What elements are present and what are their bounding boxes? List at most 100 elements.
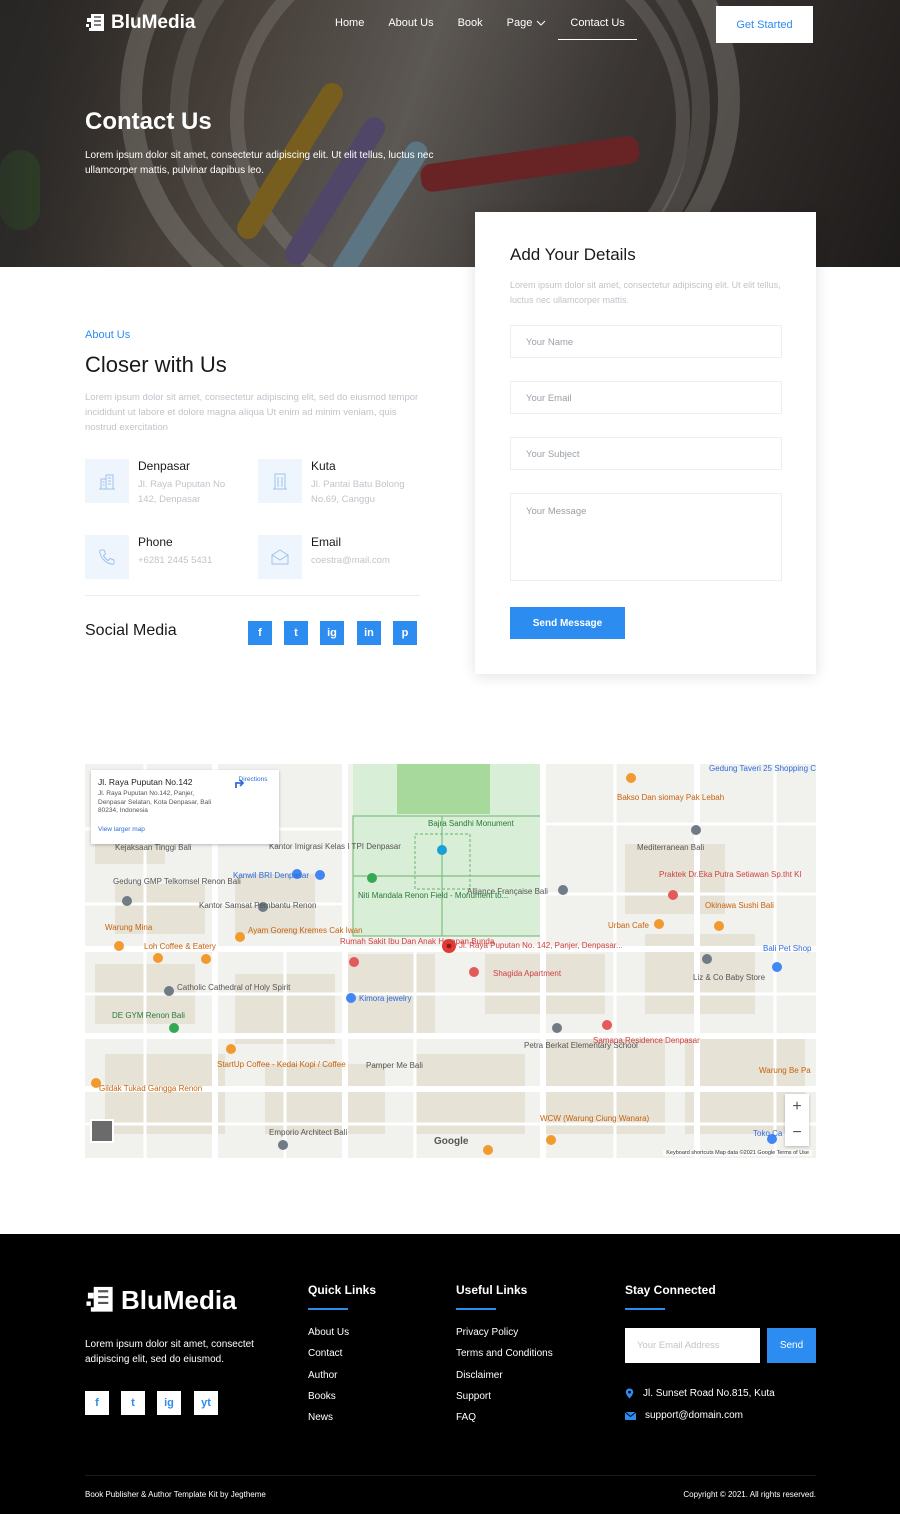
logo-text: BluMedia — [111, 12, 196, 33]
footer-link-privacy-policy[interactable]: Privacy Policy — [456, 1327, 518, 1338]
footer-link-contact[interactable]: Contact — [308, 1348, 342, 1359]
zoom-out-button[interactable]: − — [785, 1120, 809, 1146]
useful-links-title: Useful Links — [456, 1283, 528, 1297]
map-label: Mediterranean Bali — [637, 843, 705, 852]
useful-links-underline — [456, 1308, 496, 1310]
map-label: Kimora jewelry — [359, 994, 412, 1003]
twitter-icon[interactable]: t — [284, 621, 308, 645]
nav-item-book[interactable]: Book — [458, 17, 483, 29]
map-label: Petra Berkat Elementary School — [524, 1041, 638, 1050]
logo-icon — [86, 1286, 113, 1312]
about-eyebrow: About Us — [85, 329, 131, 341]
youtube-icon[interactable]: yt — [194, 1391, 218, 1415]
location-pin-icon — [625, 1388, 634, 1399]
nav-item-page[interactable]: Page — [507, 17, 547, 29]
google-map[interactable]: Kejaksaan Tinggi Bali Kantor Imigrasi Ke… — [85, 764, 816, 1158]
map-label: Liz & Co Baby Store — [693, 973, 766, 982]
map-label: DE GYM Renon Bali — [112, 1011, 185, 1020]
footer-description: Lorem ipsum dolor sit amet, consectet ad… — [85, 1339, 254, 1365]
map-label: Okinawa Sushi Bali — [705, 901, 774, 910]
nav-item-about-us[interactable]: About Us — [388, 17, 433, 29]
map-label: StartUp Coffee - Kedai Kopi / Coffee — [217, 1060, 346, 1069]
contact-form-card: Add Your Details Lorem ipsum dolor sit a… — [475, 212, 816, 674]
site-logo[interactable]: BluMedia — [85, 12, 195, 34]
social-media-title: Social Media — [85, 622, 177, 639]
zoom-in-button[interactable]: + — [785, 1094, 809, 1120]
facebook-icon[interactable]: f — [85, 1391, 109, 1415]
mail-icon — [258, 535, 302, 579]
linkedin-icon[interactable]: in — [357, 621, 381, 645]
twitter-icon[interactable]: t — [121, 1391, 145, 1415]
map-place-name: Jl. Raya Puputan No.142 — [98, 777, 193, 787]
footer-link-faq[interactable]: FAQ — [456, 1412, 476, 1423]
map-label: Alliance Française Bali — [467, 887, 548, 896]
contact-detail: +6281 2445 5431 — [138, 555, 213, 566]
map-label: Loh Coffee & Eatery — [144, 942, 216, 951]
hero-description: Lorem ipsum dolor sit amet, consectetur … — [85, 150, 434, 176]
map-label: Kanwil BRI Denpasar — [233, 871, 310, 880]
map-zoom-control: + − — [785, 1094, 809, 1146]
facebook-icon[interactable]: f — [248, 621, 272, 645]
instagram-icon[interactable]: ig — [320, 621, 344, 645]
footer-logo[interactable]: BluMedia — [85, 1284, 237, 1316]
site-footer: BluMedia Lorem ipsum dolor sit amet, con… — [0, 1234, 900, 1514]
pinterest-icon[interactable]: p — [393, 621, 417, 645]
location-title: Kuta — [311, 459, 336, 473]
map-label: Jl. Raya Puputan No. 142, Panjer, Denpas… — [459, 941, 623, 950]
footer-link-disclaimer[interactable]: Disclaimer — [456, 1370, 503, 1381]
map-label: Kantor Imigrasi Kelas I TPI Denpasar — [269, 842, 401, 851]
location-detail: Jl. Raya Puputan No 142, Denpasar — [138, 479, 226, 505]
map-label: Gedung GMP Telkomsel Renon Bali — [113, 877, 241, 886]
map-label: Bali Pet Shop — [763, 944, 812, 953]
stay-connected-title: Stay Connected — [625, 1283, 716, 1297]
instagram-icon[interactable]: ig — [157, 1391, 181, 1415]
subject-input[interactable]: Your Subject — [510, 437, 782, 470]
map-info-card: Jl. Raya Puputan No.142 Jl. Raya Puputan… — [91, 770, 279, 844]
chevron-down-icon — [537, 20, 546, 26]
map-label: Warung Mina — [105, 923, 153, 932]
about-title: Closer with Us — [85, 352, 227, 377]
nav-item-contact-us[interactable]: Contact Us — [558, 17, 638, 40]
footer-email-text: support@domain.com — [645, 1410, 743, 1421]
footer-link-books[interactable]: Books — [308, 1391, 336, 1402]
name-input[interactable]: Your Name — [510, 325, 782, 358]
map-label: Kantor Samsat Pembantu Renon — [199, 901, 317, 910]
building-icon — [85, 459, 129, 503]
map-label: Urban Cafe — [608, 921, 649, 930]
send-message-button[interactable]: Send Message — [510, 607, 625, 639]
footer-link-news[interactable]: News — [308, 1412, 333, 1423]
footer-address: Jl. Sunset Road No.815, Kuta — [625, 1388, 775, 1399]
quick-links-title: Quick Links — [308, 1283, 377, 1297]
map-label: Gildak Tukad Gangga Renon — [99, 1084, 203, 1093]
location-detail: Jl. Pantai Batu Bolong No.69, Canggu — [311, 479, 405, 505]
footer-link-terms[interactable]: Terms and Conditions — [456, 1348, 553, 1359]
google-logo: Google — [434, 1136, 469, 1147]
footer-address-text: Jl. Sunset Road No.815, Kuta — [643, 1388, 775, 1399]
map-label: Shagida Apartment — [493, 969, 562, 978]
footer-credit: Book Publisher & Author Template Kit by … — [85, 1490, 266, 1499]
contact-title: Phone — [138, 535, 173, 549]
view-larger-map-link[interactable]: View larger map — [98, 826, 145, 833]
form-title: Add Your Details — [510, 245, 636, 264]
email-input[interactable]: Your Email — [510, 381, 782, 414]
newsletter-send-button[interactable]: Send — [767, 1328, 816, 1363]
map-attribution[interactable]: Keyboard shortcuts Map data ©2021 Google… — [663, 1150, 812, 1156]
footer-link-author[interactable]: Author — [308, 1370, 337, 1381]
footer-link-support[interactable]: Support — [456, 1391, 491, 1402]
map-label: Bajra Sandhi Monument — [428, 819, 514, 828]
stay-connected-underline — [625, 1308, 665, 1310]
directions-link[interactable]: Directions — [233, 776, 273, 788]
footer-email[interactable]: support@domain.com — [625, 1410, 743, 1421]
footer-logo-text: BluMedia — [121, 1284, 237, 1315]
page-title: Contact Us — [85, 108, 212, 135]
nav-item-page-label: Page — [506, 17, 533, 29]
envelope-icon — [625, 1411, 636, 1420]
get-started-button[interactable]: Get Started — [716, 6, 813, 43]
nav-item-home[interactable]: Home — [335, 17, 364, 29]
newsletter-email-input[interactable]: Your Email Address — [625, 1328, 760, 1363]
office-icon — [258, 459, 302, 503]
map-label: Pamper Me Bali — [366, 1061, 423, 1070]
section-divider — [85, 595, 420, 596]
footer-link-about-us[interactable]: About Us — [308, 1327, 349, 1338]
message-textarea[interactable]: Your Message — [510, 493, 782, 581]
